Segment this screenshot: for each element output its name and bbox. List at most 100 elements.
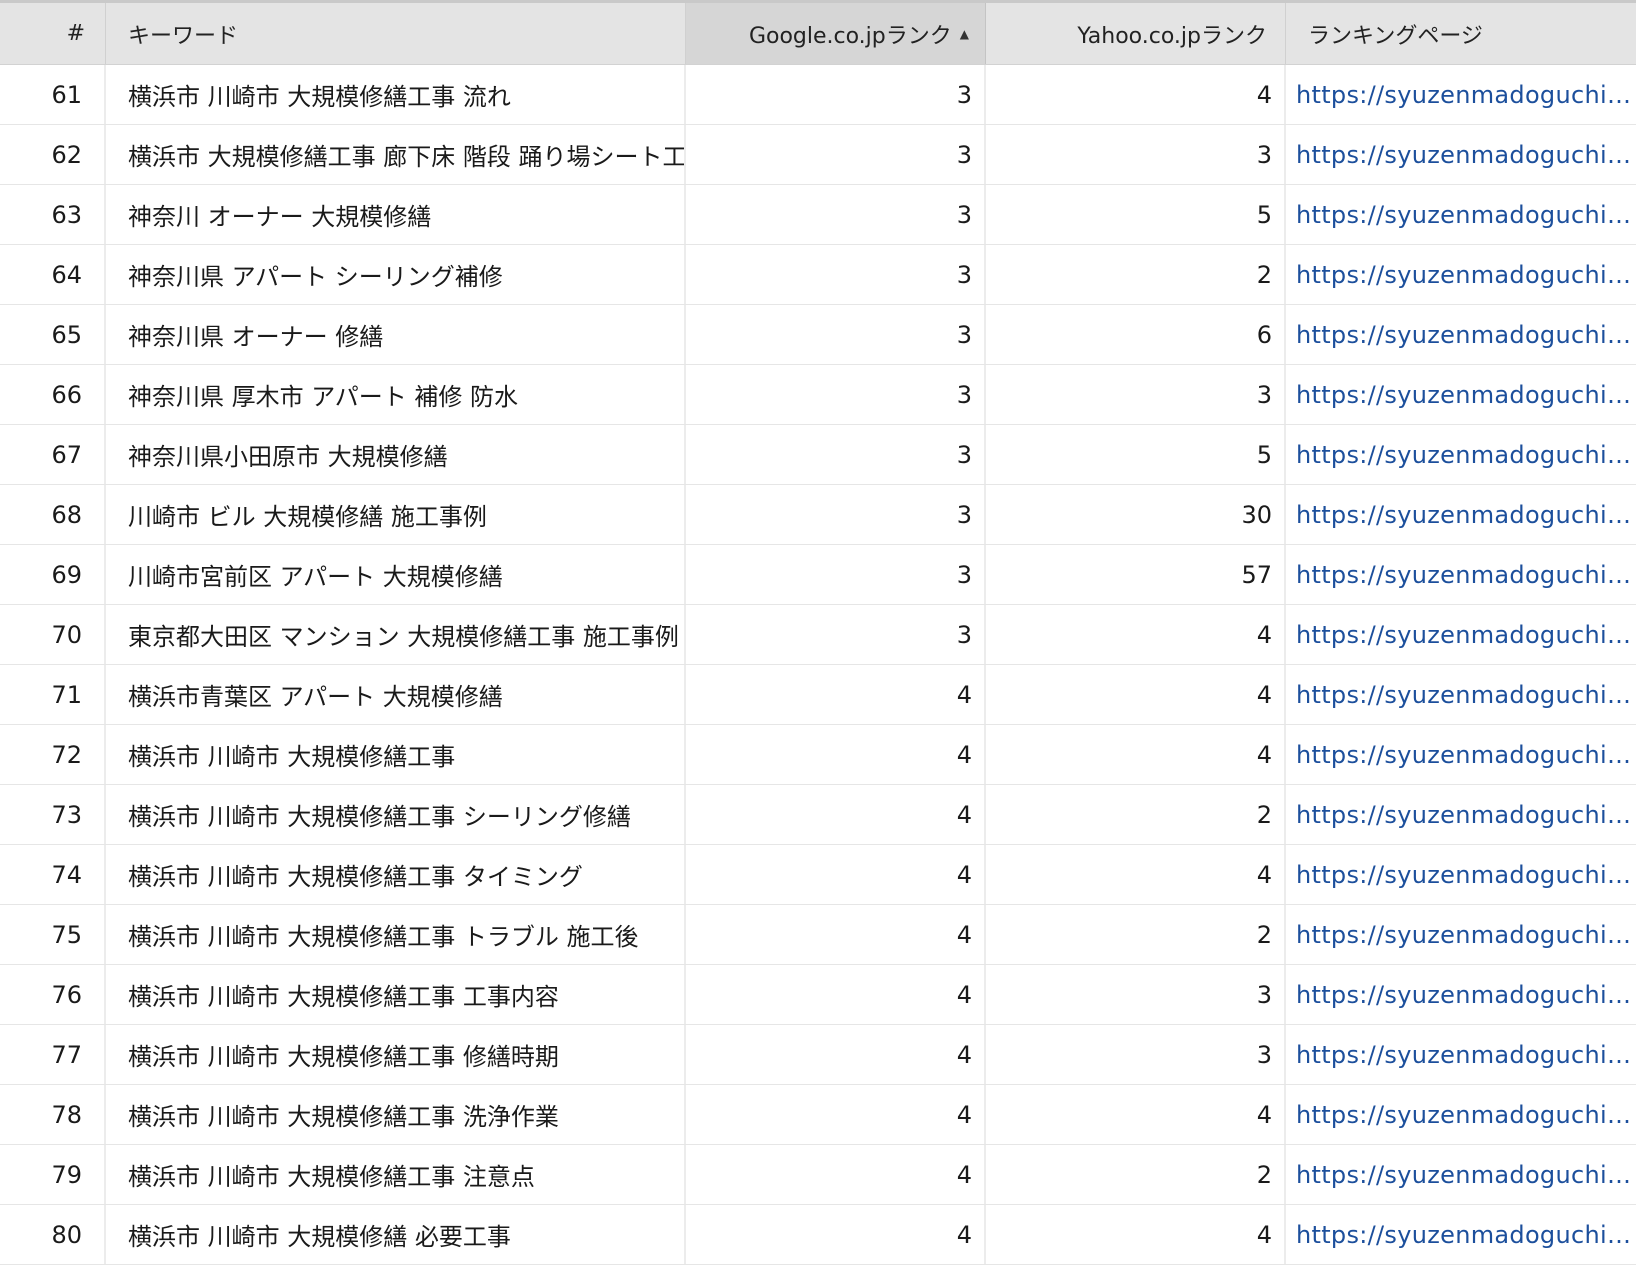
table-row[interactable]: 69 川崎市宮前区 アパート 大規模修繕 3 57 https://syuzenmado… xyxy=(0,545,1636,605)
table-row[interactable]: 64 神奈川県 アパート シーリング補修 3 2 https://syuzenmadog… xyxy=(0,245,1636,305)
yahoo-rank-cell: 3 xyxy=(986,1025,1286,1084)
ranking-page-link[interactable]: https://syuzenmadoguchi.... xyxy=(1286,965,1636,1024)
ranking-page-link[interactable]: https://syuzenmadoguchi.... xyxy=(1286,845,1636,904)
yahoo-rank-cell: 6 xyxy=(986,305,1286,364)
ranking-page-link[interactable]: https://syuzenmadoguchi.... xyxy=(1286,425,1636,484)
table-row[interactable]: 75 横浜市 川崎市 大規模修繕工事 トラブル 施工後 4 2 https://syuz… xyxy=(0,905,1636,965)
ranking-page-link[interactable]: https://syuzenmadoguchi.... xyxy=(1286,365,1636,424)
google-rank-cell: 3 xyxy=(686,605,986,664)
row-number: 78 xyxy=(0,1085,106,1144)
table-row[interactable]: 61 横浜市 川崎市 大規模修繕工事 流れ 3 4 https://syuzenmado… xyxy=(0,65,1636,125)
google-rank-cell: 3 xyxy=(686,365,986,424)
table-row[interactable]: 70 東京都大田区 マンション 大規模修繕工事 施工事例 3 4 https://syu… xyxy=(0,605,1636,665)
ranking-page-link[interactable]: https://syuzenmadoguchi.... xyxy=(1286,65,1636,124)
ranking-page-link[interactable]: https://syuzenmadoguchi.... xyxy=(1286,245,1636,304)
ranking-page-link[interactable]: https://syuzenmadoguchi.... xyxy=(1286,605,1636,664)
ranking-page-link[interactable]: https://syuzenmadoguchi.... xyxy=(1286,905,1636,964)
row-number: 66 xyxy=(0,365,106,424)
table-header-row: # キーワード Google.co.jpランク ▲ Yahoo.co.jpランク… xyxy=(0,3,1636,65)
row-number: 71 xyxy=(0,665,106,724)
row-number: 79 xyxy=(0,1145,106,1204)
google-rank-cell: 4 xyxy=(686,1025,986,1084)
row-number: 80 xyxy=(0,1205,106,1264)
row-number: 61 xyxy=(0,65,106,124)
ranking-page-link[interactable]: https://syuzenmadoguchi.... xyxy=(1286,305,1636,364)
table-row[interactable]: 67 神奈川県小田原市 大規模修繕 3 5 https://syuzenmadoguch… xyxy=(0,425,1636,485)
yahoo-rank-cell: 2 xyxy=(986,785,1286,844)
keyword-cell: 横浜市 川崎市 大規模修繕工事 タイミング xyxy=(106,845,686,904)
google-rank-cell: 4 xyxy=(686,1085,986,1144)
header-ranking-page[interactable]: ランキングページ xyxy=(1286,3,1636,64)
google-rank-cell: 3 xyxy=(686,245,986,304)
row-number: 64 xyxy=(0,245,106,304)
yahoo-rank-cell: 4 xyxy=(986,845,1286,904)
ranking-table: # キーワード Google.co.jpランク ▲ Yahoo.co.jpランク… xyxy=(0,0,1636,1265)
google-rank-cell: 4 xyxy=(686,845,986,904)
table-row[interactable]: 65 神奈川県 オーナー 修繕 3 6 https://syuzenmadoguchi.… xyxy=(0,305,1636,365)
table-row[interactable]: 63 神奈川 オーナー 大規模修繕 3 5 https://syuzenmadoguch… xyxy=(0,185,1636,245)
yahoo-rank-cell: 4 xyxy=(986,65,1286,124)
google-rank-cell: 4 xyxy=(686,785,986,844)
row-number: 67 xyxy=(0,425,106,484)
ranking-page-link[interactable]: https://syuzenmadoguchi.... xyxy=(1286,1205,1636,1264)
table-row[interactable]: 71 横浜市青葉区 アパート 大規模修繕 4 4 https://syuzenmadog… xyxy=(0,665,1636,725)
google-rank-cell: 4 xyxy=(686,965,986,1024)
header-yahoo-rank[interactable]: Yahoo.co.jpランク xyxy=(986,3,1286,64)
yahoo-rank-cell: 4 xyxy=(986,725,1286,784)
row-number: 75 xyxy=(0,905,106,964)
ranking-page-link[interactable]: https://syuzenmadoguchi.... xyxy=(1286,665,1636,724)
yahoo-rank-cell: 2 xyxy=(986,245,1286,304)
table-row[interactable]: 79 横浜市 川崎市 大規模修繕工事 注意点 4 2 https://syuzenmad… xyxy=(0,1145,1636,1205)
google-rank-cell: 3 xyxy=(686,305,986,364)
table-row[interactable]: 76 横浜市 川崎市 大規模修繕工事 工事内容 4 3 https://syuzenma… xyxy=(0,965,1636,1025)
ranking-page-link[interactable]: https://syuzenmadoguchi.... xyxy=(1286,125,1636,184)
keyword-cell: 横浜市 川崎市 大規模修繕工事 洗浄作業 xyxy=(106,1085,686,1144)
row-number: 62 xyxy=(0,125,106,184)
table-row[interactable]: 80 横浜市 川崎市 大規模修繕 必要工事 4 4 https://syuzenmado… xyxy=(0,1205,1636,1265)
row-number: 70 xyxy=(0,605,106,664)
table-row[interactable]: 73 横浜市 川崎市 大規模修繕工事 シーリング修繕 4 2 https://syuze… xyxy=(0,785,1636,845)
yahoo-rank-cell: 3 xyxy=(986,365,1286,424)
keyword-cell: 神奈川県 アパート シーリング補修 xyxy=(106,245,686,304)
yahoo-rank-cell: 4 xyxy=(986,665,1286,724)
google-rank-cell: 3 xyxy=(686,545,986,604)
google-rank-cell: 4 xyxy=(686,905,986,964)
table-row[interactable]: 77 横浜市 川崎市 大規模修繕工事 修繕時期 4 3 https://syuzenma… xyxy=(0,1025,1636,1085)
keyword-cell: 川崎市 ビル 大規模修繕 施工事例 xyxy=(106,485,686,544)
ranking-page-link[interactable]: https://syuzenmadoguchi.... xyxy=(1286,1085,1636,1144)
keyword-cell: 川崎市宮前区 アパート 大規模修繕 xyxy=(106,545,686,604)
google-rank-cell: 3 xyxy=(686,485,986,544)
ranking-page-link[interactable]: https://syuzenmadoguchi.... xyxy=(1286,1145,1636,1204)
table-row[interactable]: 72 横浜市 川崎市 大規模修繕工事 4 4 https://syuzenmadoguc… xyxy=(0,725,1636,785)
row-number: 69 xyxy=(0,545,106,604)
table-row[interactable]: 68 川崎市 ビル 大規模修繕 施工事例 3 30 https://syuzenmado… xyxy=(0,485,1636,545)
header-number[interactable]: # xyxy=(0,3,106,64)
yahoo-rank-cell: 4 xyxy=(986,605,1286,664)
google-rank-cell: 4 xyxy=(686,1145,986,1204)
row-number: 76 xyxy=(0,965,106,1024)
ranking-page-link[interactable]: https://syuzenmadoguchi.... xyxy=(1286,485,1636,544)
row-number: 74 xyxy=(0,845,106,904)
yahoo-rank-cell: 3 xyxy=(986,965,1286,1024)
yahoo-rank-cell: 5 xyxy=(986,185,1286,244)
ranking-page-link[interactable]: https://syuzenmadoguchi.... xyxy=(1286,545,1636,604)
yahoo-rank-cell: 4 xyxy=(986,1085,1286,1144)
ranking-page-link[interactable]: https://syuzenmadoguchi.... xyxy=(1286,185,1636,244)
table-row[interactable]: 62 横浜市 大規模修繕工事 廊下床 階段 踊り場シート工 3 3 https://sy… xyxy=(0,125,1636,185)
yahoo-rank-cell: 57 xyxy=(986,545,1286,604)
table-row[interactable]: 74 横浜市 川崎市 大規模修繕工事 タイミング 4 4 https://syuzenm… xyxy=(0,845,1636,905)
ranking-page-link[interactable]: https://syuzenmadoguchi.... xyxy=(1286,1025,1636,1084)
yahoo-rank-cell: 2 xyxy=(986,905,1286,964)
yahoo-rank-cell: 5 xyxy=(986,425,1286,484)
yahoo-rank-cell: 30 xyxy=(986,485,1286,544)
table-row[interactable]: 66 神奈川県 厚木市 アパート 補修 防水 3 3 https://syuzenmad… xyxy=(0,365,1636,425)
header-google-rank[interactable]: Google.co.jpランク ▲ xyxy=(686,3,986,64)
google-rank-cell: 3 xyxy=(686,65,986,124)
row-number: 68 xyxy=(0,485,106,544)
header-keyword[interactable]: キーワード xyxy=(106,3,686,64)
google-rank-cell: 3 xyxy=(686,185,986,244)
table-row[interactable]: 78 横浜市 川崎市 大規模修繕工事 洗浄作業 4 4 https://syuzenma… xyxy=(0,1085,1636,1145)
ranking-page-link[interactable]: https://syuzenmadoguchi.... xyxy=(1286,785,1636,844)
row-number: 65 xyxy=(0,305,106,364)
ranking-page-link[interactable]: https://syuzenmadoguchi.... xyxy=(1286,725,1636,784)
